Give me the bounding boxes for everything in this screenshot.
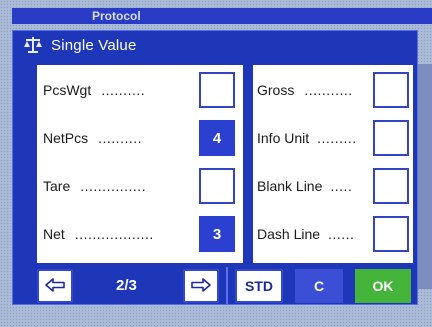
row-label: Dash Line: [257, 226, 321, 242]
row-label: Gross: [257, 82, 295, 98]
row-dots: ..........: [101, 82, 146, 98]
ok-button[interactable]: OK: [355, 269, 411, 303]
tare-value-box[interactable]: [199, 168, 235, 204]
arrow-left-icon: [44, 277, 66, 296]
row-blank-line[interactable]: Blank Line .....: [257, 166, 369, 206]
row-dots: ..........: [317, 130, 358, 146]
row-dash-line[interactable]: Dash Line ......: [257, 214, 369, 254]
column-divider: [243, 65, 253, 263]
dialog-titlebar: Single Value: [13, 31, 417, 59]
row-label: PcsWgt: [43, 82, 92, 98]
single-value-dialog: Single Value PcsWgt .......... NetPcs ..…: [12, 30, 418, 305]
settings-panel: PcsWgt .......... NetPcs .......... 4 Ta…: [37, 65, 413, 263]
net-value-box[interactable]: 3: [199, 216, 235, 252]
background-title: Protocol: [12, 8, 432, 24]
row-label: Tare: [43, 178, 71, 194]
row-dots: ..........: [98, 130, 143, 146]
dialog-title: Single Value: [51, 36, 137, 54]
info-unit-value-box[interactable]: [373, 120, 409, 156]
row-label: NetPcs: [43, 130, 89, 146]
blank-line-value-box[interactable]: [373, 168, 409, 204]
arrow-right-icon: [190, 277, 212, 296]
gross-value-box[interactable]: [373, 72, 409, 108]
previous-page-button[interactable]: [37, 269, 73, 303]
netpcs-value-box[interactable]: 4: [199, 120, 235, 156]
row-label: Net: [43, 226, 65, 242]
scale-icon: [21, 33, 45, 57]
row-label: Info Unit: [257, 130, 310, 146]
page-indicator: 2/3: [116, 277, 137, 294]
row-label: Blank Line: [257, 178, 323, 194]
footer-separator: [226, 267, 228, 305]
next-page-button[interactable]: [183, 269, 219, 303]
background-scroll-edge: [418, 64, 432, 289]
row-dots: ......: [328, 226, 355, 242]
dash-line-value-box[interactable]: [373, 216, 409, 252]
pcswgt-value-box[interactable]: [199, 72, 235, 108]
row-dots: ...............: [80, 178, 147, 194]
row-dots: .....: [330, 178, 353, 194]
std-button[interactable]: STD: [235, 269, 283, 303]
row-gross[interactable]: Gross ...........: [257, 70, 367, 110]
row-dots: ...........: [304, 82, 353, 98]
clear-button[interactable]: C: [295, 269, 343, 303]
row-info-unit[interactable]: Info Unit ..........: [257, 118, 369, 158]
row-dots: ..................: [74, 226, 154, 242]
